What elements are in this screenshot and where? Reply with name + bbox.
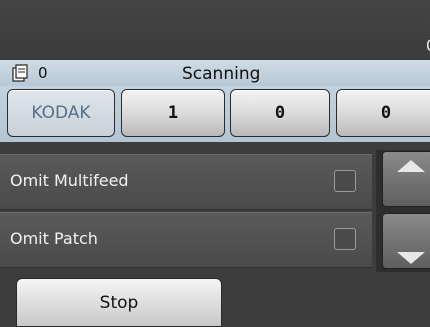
brand-label: KODAK [7, 89, 115, 137]
stop-button[interactable]: Stop [16, 278, 222, 327]
arrow-up-icon [397, 160, 425, 172]
top-bar [0, 0, 430, 60]
option-row-omit-multifeed[interactable]: Omit Multifeed [0, 154, 372, 210]
option-label: Omit Patch [10, 229, 98, 248]
arrow-down-icon [397, 252, 425, 264]
document-stack-icon [12, 64, 28, 82]
counter-value-1: 1 [121, 89, 225, 137]
counter-value-2: 0 [230, 89, 330, 137]
counter-value-3: 0 [336, 89, 430, 137]
omit-patch-checkbox[interactable] [334, 228, 356, 250]
omit-multifeed-checkbox[interactable] [334, 170, 356, 192]
scroll-up-button[interactable] [382, 151, 430, 207]
top-count: 0 [426, 36, 430, 55]
option-row-omit-patch[interactable]: Omit Patch [0, 212, 372, 268]
scroll-down-button[interactable] [382, 213, 430, 269]
document-count: 0 [38, 64, 48, 82]
option-label: Omit Multifeed [10, 171, 129, 190]
scan-status: Scanning [182, 64, 261, 84]
